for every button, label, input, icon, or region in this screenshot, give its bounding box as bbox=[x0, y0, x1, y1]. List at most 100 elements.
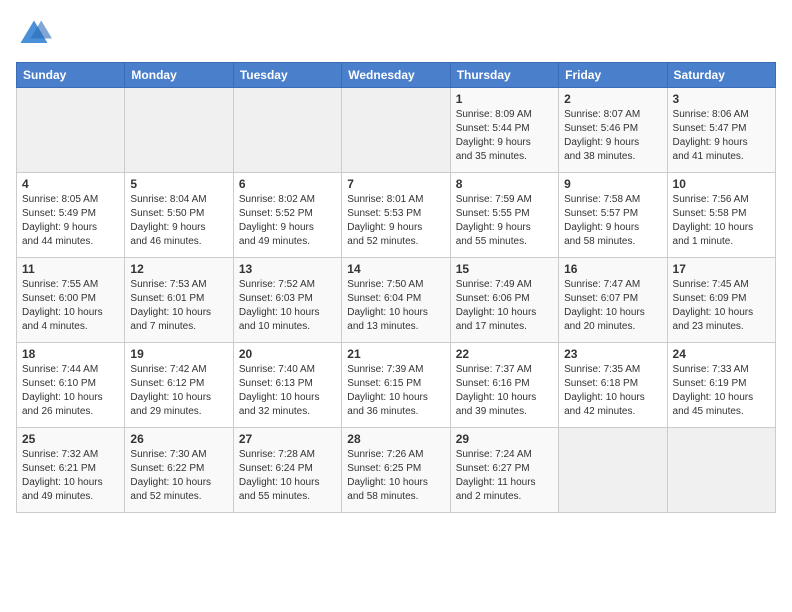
day-info: Sunrise: 7:58 AMSunset: 5:57 PMDaylight:… bbox=[564, 193, 661, 249]
calendar-cell: 10 Sunrise: 7:56 AMSunset: 5:58 PMDayligh… bbox=[667, 173, 775, 258]
calendar-cell: 1Sunrise: 8:09 AMSunset: 5:44 PMDaylight… bbox=[450, 88, 558, 173]
calendar-cell bbox=[559, 428, 667, 513]
calendar-cell: 29 Sunrise: 7:24 AMSunset: 6:27 PMDayligh… bbox=[450, 428, 558, 513]
calendar-cell: 27 Sunrise: 7:28 AMSunset: 6:24 PMDayligh… bbox=[233, 428, 341, 513]
calendar-cell bbox=[342, 88, 450, 173]
week-row-4: 18Sunrise: 7:44 AMSunset: 6:10 PMDayligh… bbox=[17, 343, 776, 428]
day-info: Sunrise: 8:02 AMSunset: 5:52 PMDaylight:… bbox=[239, 193, 336, 249]
day-number: 10 bbox=[673, 177, 770, 191]
week-row-3: 11 Sunrise: 7:55 AMSunset: 6:00 PMDayligh… bbox=[17, 258, 776, 343]
calendar-cell: 28 Sunrise: 7:26 AMSunset: 6:25 PMDayligh… bbox=[342, 428, 450, 513]
day-info: Sunrise: 7:39 AMSunset: 6:15 PMDaylight:… bbox=[347, 363, 444, 419]
day-number: 15 bbox=[456, 262, 553, 276]
calendar-cell: 22 Sunrise: 7:37 AMSunset: 6:16 PMDayligh… bbox=[450, 343, 558, 428]
day-number: 19 bbox=[130, 347, 227, 361]
day-header-sunday: Sunday bbox=[17, 63, 125, 88]
day-number: 17 bbox=[673, 262, 770, 276]
week-row-2: 4 Sunrise: 8:05 AMSunset: 5:49 PMDaylight… bbox=[17, 173, 776, 258]
day-number: 6 bbox=[239, 177, 336, 191]
day-header-monday: Monday bbox=[125, 63, 233, 88]
calendar-cell: 25 Sunrise: 7:32 AMSunset: 6:21 PMDayligh… bbox=[17, 428, 125, 513]
calendar-header: SundayMondayTuesdayWednesdayThursdayFrid… bbox=[17, 63, 776, 88]
day-number: 26 bbox=[130, 432, 227, 446]
day-info: Sunrise: 7:24 AMSunset: 6:27 PMDaylight:… bbox=[456, 448, 553, 504]
day-number: 21 bbox=[347, 347, 444, 361]
page-header bbox=[16, 16, 776, 52]
week-row-5: 25 Sunrise: 7:32 AMSunset: 6:21 PMDayligh… bbox=[17, 428, 776, 513]
day-number: 23 bbox=[564, 347, 661, 361]
day-header-tuesday: Tuesday bbox=[233, 63, 341, 88]
calendar-cell: 19 Sunrise: 7:42 AMSunset: 6:12 PMDayligh… bbox=[125, 343, 233, 428]
day-info: Sunrise: 7:47 AMSunset: 6:07 PMDaylight:… bbox=[564, 278, 661, 334]
calendar-cell bbox=[233, 88, 341, 173]
week-row-1: 1Sunrise: 8:09 AMSunset: 5:44 PMDaylight… bbox=[17, 88, 776, 173]
calendar-cell: 6 Sunrise: 8:02 AMSunset: 5:52 PMDaylight… bbox=[233, 173, 341, 258]
day-info: Sunrise: 7:56 AMSunset: 5:58 PMDaylight:… bbox=[673, 193, 770, 249]
day-number: 12 bbox=[130, 262, 227, 276]
calendar-cell: 14Sunrise: 7:50 AMSunset: 6:04 PMDayligh… bbox=[342, 258, 450, 343]
day-number: 4 bbox=[22, 177, 119, 191]
day-info: Sunrise: 8:05 AMSunset: 5:49 PMDaylight:… bbox=[22, 193, 119, 249]
day-info: Sunrise: 7:52 AMSunset: 6:03 PMDaylight:… bbox=[239, 278, 336, 334]
day-number: 16 bbox=[564, 262, 661, 276]
day-info: Sunrise: 7:32 AMSunset: 6:21 PMDaylight:… bbox=[22, 448, 119, 504]
day-number: 28 bbox=[347, 432, 444, 446]
calendar-cell: 20 Sunrise: 7:40 AMSunset: 6:13 PMDayligh… bbox=[233, 343, 341, 428]
day-info: Sunrise: 7:42 AMSunset: 6:12 PMDaylight:… bbox=[130, 363, 227, 419]
day-info: Sunrise: 7:33 AMSunset: 6:19 PMDaylight:… bbox=[673, 363, 770, 419]
day-info: Sunrise: 8:06 AMSunset: 5:47 PMDaylight:… bbox=[673, 108, 770, 164]
day-info: Sunrise: 8:07 AMSunset: 5:46 PMDaylight:… bbox=[564, 108, 661, 164]
calendar-cell: 3 Sunrise: 8:06 AMSunset: 5:47 PMDaylight… bbox=[667, 88, 775, 173]
calendar-cell: 8 Sunrise: 7:59 AMSunset: 5:55 PMDaylight… bbox=[450, 173, 558, 258]
day-info: Sunrise: 7:40 AMSunset: 6:13 PMDaylight:… bbox=[239, 363, 336, 419]
day-number: 27 bbox=[239, 432, 336, 446]
day-info: Sunrise: 7:59 AMSunset: 5:55 PMDaylight:… bbox=[456, 193, 553, 249]
calendar-cell: 24 Sunrise: 7:33 AMSunset: 6:19 PMDayligh… bbox=[667, 343, 775, 428]
calendar-cell: 12 Sunrise: 7:53 AMSunset: 6:01 PMDayligh… bbox=[125, 258, 233, 343]
day-info: Sunrise: 7:28 AMSunset: 6:24 PMDaylight:… bbox=[239, 448, 336, 504]
day-info: Sunrise: 7:53 AMSunset: 6:01 PMDaylight:… bbox=[130, 278, 227, 334]
day-number: 24 bbox=[673, 347, 770, 361]
calendar-cell: 26 Sunrise: 7:30 AMSunset: 6:22 PMDayligh… bbox=[125, 428, 233, 513]
calendar-cell: 13 Sunrise: 7:52 AMSunset: 6:03 PMDayligh… bbox=[233, 258, 341, 343]
day-info: Sunrise: 7:45 AMSunset: 6:09 PMDaylight:… bbox=[673, 278, 770, 334]
calendar-cell: 16 Sunrise: 7:47 AMSunset: 6:07 PMDayligh… bbox=[559, 258, 667, 343]
calendar-cell: 21 Sunrise: 7:39 AMSunset: 6:15 PMDayligh… bbox=[342, 343, 450, 428]
day-number: 29 bbox=[456, 432, 553, 446]
calendar-cell: 4 Sunrise: 8:05 AMSunset: 5:49 PMDaylight… bbox=[17, 173, 125, 258]
day-header-wednesday: Wednesday bbox=[342, 63, 450, 88]
day-info: Sunrise: 7:26 AMSunset: 6:25 PMDaylight:… bbox=[347, 448, 444, 504]
day-number: 25 bbox=[22, 432, 119, 446]
calendar-cell: 18Sunrise: 7:44 AMSunset: 6:10 PMDayligh… bbox=[17, 343, 125, 428]
day-info: Sunrise: 7:37 AMSunset: 6:16 PMDaylight:… bbox=[456, 363, 553, 419]
day-info: Sunrise: 7:49 AMSunset: 6:06 PMDaylight:… bbox=[456, 278, 553, 334]
calendar-cell: 23Sunrise: 7:35 AMSunset: 6:18 PMDayligh… bbox=[559, 343, 667, 428]
day-info: Sunrise: 7:30 AMSunset: 6:22 PMDaylight:… bbox=[130, 448, 227, 504]
day-number: 7 bbox=[347, 177, 444, 191]
calendar-cell bbox=[667, 428, 775, 513]
day-number: 14 bbox=[347, 262, 444, 276]
calendar-cell: 7 Sunrise: 8:01 AMSunset: 5:53 PMDaylight… bbox=[342, 173, 450, 258]
calendar-cell: 17 Sunrise: 7:45 AMSunset: 6:09 PMDayligh… bbox=[667, 258, 775, 343]
day-number: 3 bbox=[673, 92, 770, 106]
day-number: 8 bbox=[456, 177, 553, 191]
day-number: 13 bbox=[239, 262, 336, 276]
day-number: 11 bbox=[22, 262, 119, 276]
calendar-cell: 9Sunrise: 7:58 AMSunset: 5:57 PMDaylight… bbox=[559, 173, 667, 258]
logo-icon bbox=[16, 16, 52, 52]
day-number: 1 bbox=[456, 92, 553, 106]
calendar-cell: 11 Sunrise: 7:55 AMSunset: 6:00 PMDayligh… bbox=[17, 258, 125, 343]
day-info: Sunrise: 8:01 AMSunset: 5:53 PMDaylight:… bbox=[347, 193, 444, 249]
day-info: Sunrise: 7:44 AMSunset: 6:10 PMDaylight:… bbox=[22, 363, 119, 419]
calendar-cell: 15 Sunrise: 7:49 AMSunset: 6:06 PMDayligh… bbox=[450, 258, 558, 343]
calendar-cell bbox=[125, 88, 233, 173]
day-header-saturday: Saturday bbox=[667, 63, 775, 88]
day-header-thursday: Thursday bbox=[450, 63, 558, 88]
day-number: 22 bbox=[456, 347, 553, 361]
calendar-cell: 2Sunrise: 8:07 AMSunset: 5:46 PMDaylight… bbox=[559, 88, 667, 173]
logo bbox=[16, 16, 56, 52]
day-info: Sunrise: 8:04 AMSunset: 5:50 PMDaylight:… bbox=[130, 193, 227, 249]
day-info: Sunrise: 7:55 AMSunset: 6:00 PMDaylight:… bbox=[22, 278, 119, 334]
day-header-friday: Friday bbox=[559, 63, 667, 88]
day-number: 20 bbox=[239, 347, 336, 361]
